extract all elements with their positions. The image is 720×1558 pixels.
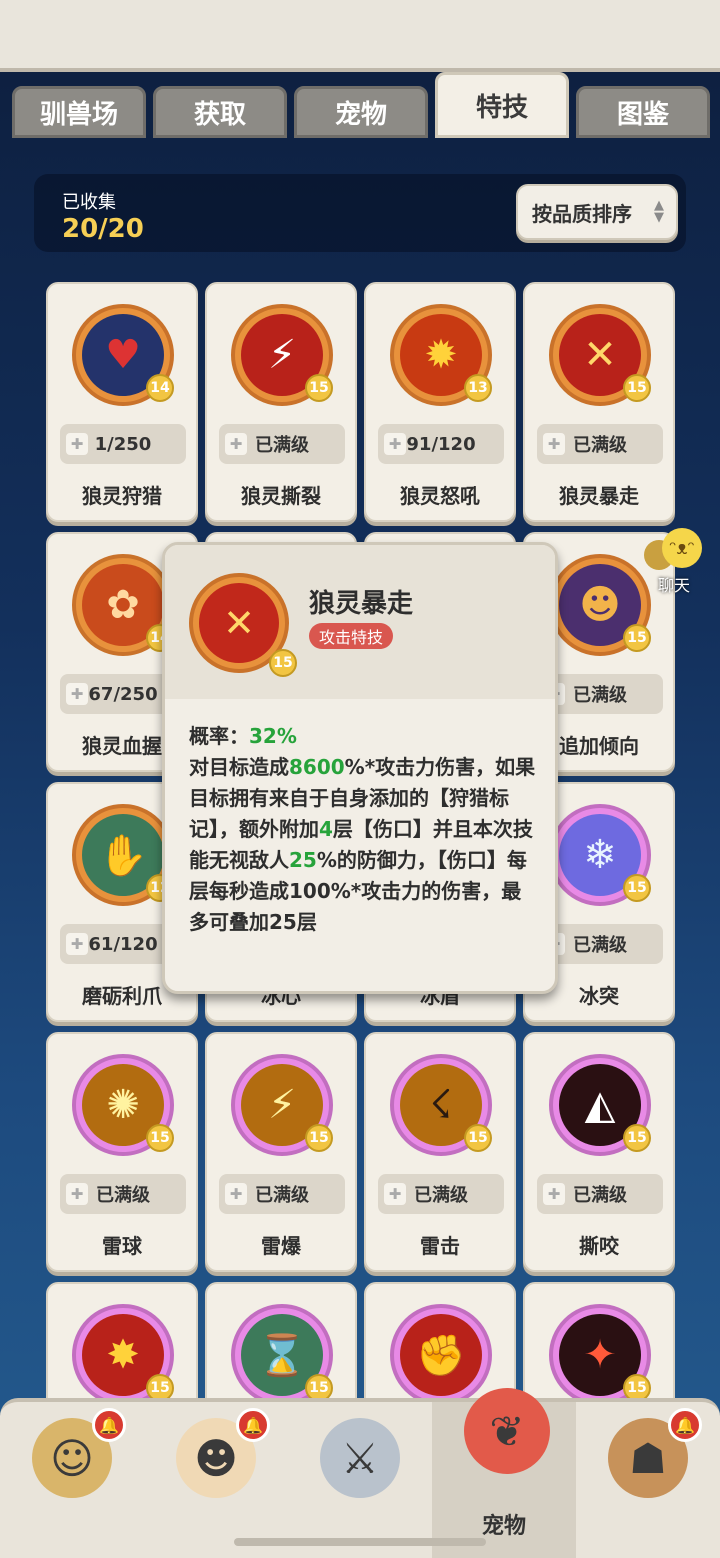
bell-icon: 🔔 (92, 1408, 126, 1442)
progress-bar: ✚已满级 (219, 1174, 345, 1214)
skill-name: 雷球 (102, 1234, 142, 1258)
skill-card[interactable]: ☇ 15 ✚ 已满级 雷击 (364, 1032, 516, 1272)
level-badge: 15 (623, 624, 651, 652)
skill-card[interactable]: ⚡ 15 ✚ 已满级 雷爆 (205, 1032, 357, 1272)
progress-bar: ✚已满级 (60, 1174, 186, 1214)
home-indicator (234, 1538, 486, 1546)
level-badge: 15 (305, 374, 333, 402)
tab-arena[interactable]: 驯兽场 (12, 86, 146, 138)
level-badge: 14 (146, 374, 174, 402)
sort-button[interactable]: 按品质排序 ▲ ▼ (516, 184, 678, 240)
puzzle-icon: ✚ (543, 433, 565, 455)
level-badge: 15 (464, 1124, 492, 1152)
puzzle-icon: ✚ (66, 433, 88, 455)
nav-hero[interactable]: ☻ 🔔 (144, 1402, 288, 1558)
tab-skills[interactable]: 特技 (435, 72, 569, 138)
skill-name: 狼灵暴走 (559, 484, 639, 508)
tab-pets[interactable]: 宠物 (294, 86, 428, 138)
bell-icon: 🔔 (236, 1408, 270, 1442)
skill-card[interactable]: ✹ 13 ✚ 91/120 狼灵怒吼 (364, 282, 516, 522)
puzzle-icon: ✚ (543, 1183, 565, 1205)
progress-bar: ✚已满级 (537, 424, 663, 464)
puzzle-icon: ✚ (384, 433, 406, 455)
skill-detail-popup[interactable]: ✕ 15 狼灵暴走 攻击特技 概率：32% 对目标造成8600%*攻击力伤害，如… (162, 542, 558, 994)
puzzle-icon: ✚ (66, 1183, 88, 1205)
fist-icon: ✊ (390, 1304, 492, 1406)
progress-bar: ✚ 1/250 (60, 424, 186, 464)
skill-name: 狼灵怒吼 (400, 484, 480, 508)
nav-beast[interactable]: ☺ 🔔 (0, 1402, 144, 1558)
nav-label: 宠物 (481, 1514, 526, 1539)
level-badge: 13 (464, 374, 492, 402)
level-badge: 15 (623, 874, 651, 902)
chance-line: 概率：32% (189, 724, 297, 748)
level-badge: 15 (623, 374, 651, 402)
skill-name: 狼灵狩猎 (82, 484, 162, 508)
sword-icon: ⚔ (320, 1418, 400, 1498)
level-badge: 15 (623, 1124, 651, 1152)
progress-bar: ✚已满级 (537, 1174, 663, 1214)
collection-count: 20/20 (62, 214, 144, 244)
skill-card[interactable]: ✕ 15 ✚ 已满级 狼灵暴走 (523, 282, 675, 522)
tab-bar: 驯兽场 获取 宠物 特技 图鉴 (0, 72, 720, 142)
progress-bar: ✚已满级 (378, 1174, 504, 1214)
top-banner (0, 0, 720, 72)
chat-face-icon: ᵔᴥᵔ (662, 528, 702, 568)
level-badge: 15 (146, 1124, 174, 1152)
collection-label: 已收集 (62, 192, 116, 213)
level-badge: 15 (305, 1124, 333, 1152)
bell-icon: 🔔 (668, 1408, 702, 1442)
tab-obtain[interactable]: 获取 (153, 86, 287, 138)
puzzle-icon: ✚ (225, 1183, 247, 1205)
skill-card[interactable]: ♥ 14 ✚ 1/250 狼灵狩猎 (46, 282, 198, 522)
nav-pets[interactable]: ❦ 宠物 (432, 1388, 576, 1558)
skill-type-tag: 攻击特技 (309, 623, 394, 649)
level-badge: 15 (269, 649, 297, 677)
puzzle-icon: ✚ (66, 933, 88, 955)
sort-arrows-icon: ▲ ▼ (654, 198, 664, 225)
bottom-nav: ☺ 🔔 ☻ 🔔 ⚔ ❦ 宠物 ☗ 🔔 (0, 1388, 720, 1558)
progress-bar: ✚ 91/120 (378, 424, 504, 464)
progress-bar: ✚已满级 (219, 424, 345, 464)
dino-pet-icon: ❦ (464, 1388, 550, 1474)
skill-name: 撕咬 (579, 1234, 619, 1258)
tab-codex[interactable]: 图鉴 (576, 86, 710, 138)
puzzle-icon: ✚ (66, 683, 88, 705)
chat-button[interactable]: ᵔᴥᵔ 聊天 (640, 524, 716, 596)
skill-card[interactable]: ◭ 15 ✚ 已满级 撕咬 (523, 1032, 675, 1272)
popup-description: 概率：32% 对目标造成8600%*攻击力伤害，如果目标拥有来自于自身添加的【狩… (189, 721, 539, 938)
nav-monkey[interactable]: ☗ 🔔 (576, 1402, 720, 1558)
skill-name: 雷击 (420, 1234, 460, 1258)
skill-card[interactable]: ✺ 15 ✚ 已满级 雷球 (46, 1032, 198, 1272)
skill-name: 雷爆 (261, 1234, 301, 1258)
popup-title: 狼灵暴走 (309, 589, 414, 619)
skill-card[interactable]: ⚡ 15 ✚ 已满级 狼灵撕裂 (205, 282, 357, 522)
effect-text: 对目标造成8600%*攻击力伤害，如果目标拥有来自于自身添加的【狩猎标记】，额外… (189, 755, 536, 934)
nav-equipment[interactable]: ⚔ (288, 1402, 432, 1558)
chat-label: 聊天 (658, 576, 691, 595)
puzzle-icon: ✚ (384, 1183, 406, 1205)
puzzle-icon: ✚ (225, 433, 247, 455)
popup-header: ✕ 15 狼灵暴走 攻击特技 (165, 545, 555, 699)
skill-name: 狼灵撕裂 (241, 484, 321, 508)
